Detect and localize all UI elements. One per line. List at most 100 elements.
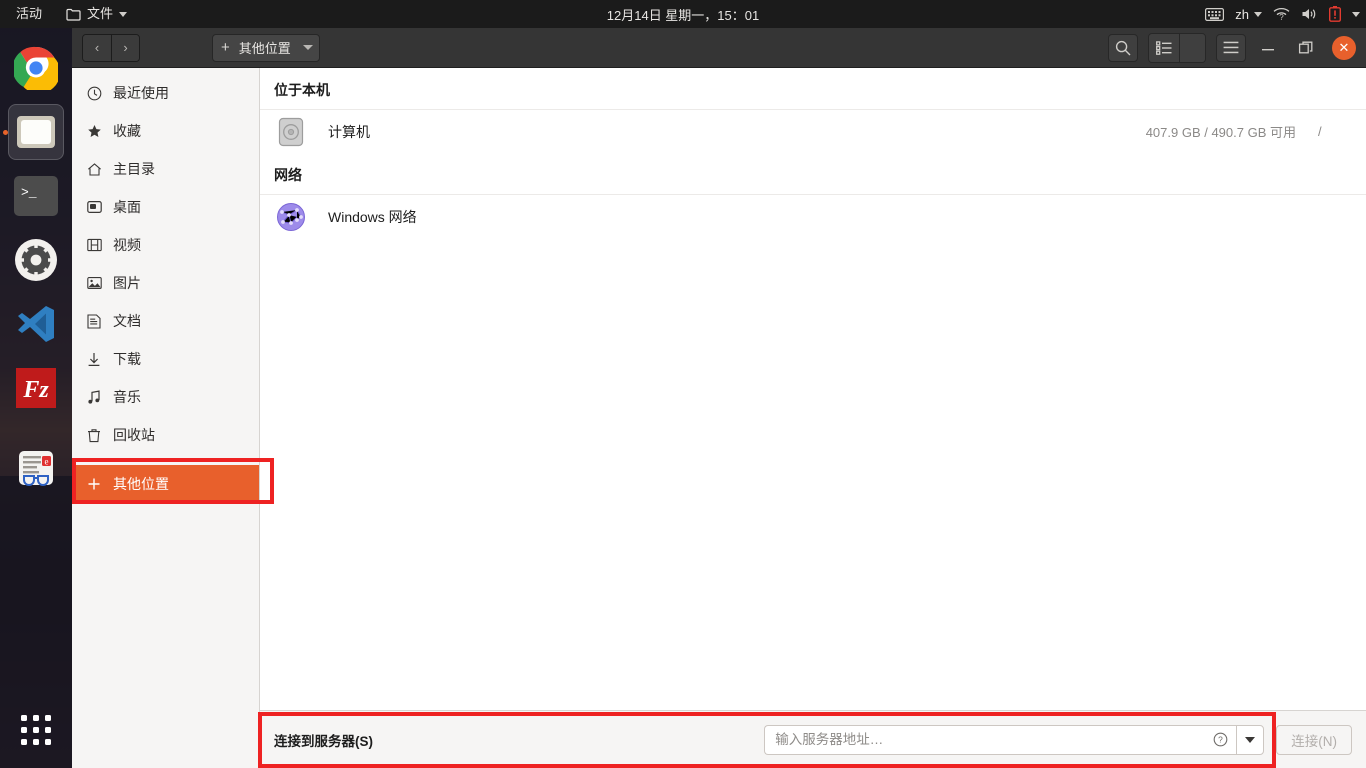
connect-button[interactable]: 连接(N) [1276,724,1352,755]
battery-warning-icon[interactable] [1329,6,1341,22]
breadcrumb-label: 其他位置 [238,41,291,56]
hamburger-menu-icon [1223,41,1239,54]
system-menu-caret[interactable] [1352,11,1360,17]
sidebar-item-recent[interactable]: 最近使用 [72,74,259,112]
minimize-button[interactable] [1252,32,1284,64]
plus-icon [86,476,102,492]
view-options-button[interactable] [1179,33,1205,62]
document-icon [86,313,102,329]
svg-text:Fz: Fz [22,377,49,403]
chevron-down-icon [1254,11,1262,17]
chevron-down-icon [119,11,128,17]
sidebar: 最近使用 收藏 主目录 桌面 视频 图片 文档 下载 音乐 回收站 其他位置 [72,68,260,768]
server-address-dropdown-button[interactable] [1236,724,1265,755]
sidebar-item-starred[interactable]: 收藏 [72,112,259,150]
main-menu-button[interactable] [1216,33,1246,62]
chevron-down-icon [1352,11,1360,17]
sidebar-item-label: 视频 [113,237,141,253]
svg-text:?: ? [1279,13,1284,21]
grid-dot [33,715,39,721]
sidebar-item-label: 最近使用 [113,85,169,101]
input-source-indicator[interactable]: zh [1235,7,1262,22]
app-menu-label: 文件 [87,6,114,21]
header-actions: ✕ [1098,32,1360,64]
grid-dot [33,727,39,733]
navigation-buttons: ‹ › [82,33,140,62]
locations-list: 位于本机 计算机 407.9 GB / 490.7 GB 可用 / 网络 Win… [260,68,1366,710]
sidebar-item-desktop[interactable]: 桌面 [72,188,259,226]
dock-item-chrome[interactable] [8,40,64,96]
section-header-network: 网络 [274,167,302,183]
plus-icon: + [221,39,230,56]
sidebar-item-downloads[interactable]: 下载 [72,340,259,378]
sidebar-item-trash[interactable]: 回收站 [72,416,259,454]
download-icon [86,351,102,367]
close-button[interactable]: ✕ [1332,35,1356,60]
grid-dot [21,739,27,745]
sidebar-divider [72,459,259,460]
volume-icon[interactable] [1301,7,1318,21]
clock-icon [86,85,102,101]
search-icon [1115,40,1131,56]
content-area: 位于本机 计算机 407.9 GB / 490.7 GB 可用 / 网络 Win… [260,68,1366,768]
picture-icon [86,275,102,291]
activities-button[interactable]: 活动 [0,0,56,28]
music-icon [86,389,102,405]
sidebar-item-label: 回收站 [113,427,155,443]
trash-icon [86,427,102,443]
server-address-field[interactable]: ? [764,724,1237,755]
dock-item-settings[interactable] [8,232,64,288]
status-indicators: zh ? [1205,6,1360,22]
table-row[interactable]: Windows 网络 [260,194,1366,238]
sidebar-item-videos[interactable]: 视频 [72,226,259,264]
sidebar-item-label: 音乐 [113,389,141,405]
grid-dot [45,727,51,733]
grid-dot [45,739,51,745]
row-name: 计算机 [328,123,370,140]
dock-item-vscode[interactable] [8,296,64,352]
clock[interactable]: 12月14日 星期一，15：01 [607,5,759,24]
dock: >_ Fz e [0,28,72,768]
svg-text:?: ? [1218,735,1223,745]
forward-button[interactable]: › [111,34,139,61]
connect-to-server-bar: 连接到服务器(S) ? 连接(N) [260,710,1366,768]
folder-icon [66,8,81,21]
dock-item-files[interactable] [3,104,64,160]
keyboard-icon[interactable] [1205,7,1225,21]
sidebar-item-documents[interactable]: 文档 [72,302,259,340]
running-indicator-dot [3,130,8,135]
maximize-button[interactable] [1290,32,1322,64]
dock-item-terminal[interactable]: >_ [8,168,64,224]
grid-dot [21,727,27,733]
window-header-bar: ‹ › + 其他位置 ✕ [72,28,1366,68]
show-applications-button[interactable] [8,702,64,758]
sidebar-item-home[interactable]: 主目录 [72,150,259,188]
help-icon[interactable]: ? [1213,732,1228,747]
chevron-down-icon [302,45,313,50]
sidebar-item-label: 收藏 [113,123,141,139]
sidebar-item-label: 下载 [113,351,141,367]
grid-dot [21,715,27,721]
grid-dot [45,715,51,721]
breadcrumb-other-locations[interactable]: + 其他位置 [212,33,320,62]
table-row[interactable]: 计算机 407.9 GB / 490.7 GB 可用 / [260,109,1366,153]
sidebar-item-label: 其他位置 [113,476,169,492]
video-icon [86,237,102,253]
sidebar-item-music[interactable]: 音乐 [72,378,259,416]
sidebar-item-other-locations[interactable]: 其他位置 [72,465,259,503]
row-capacity: 407.9 GB / 490.7 GB 可用 [1145,125,1296,140]
dock-item-reader[interactable]: e [8,443,64,499]
network-icon[interactable]: ? [1273,7,1290,21]
sidebar-item-pictures[interactable]: 图片 [72,264,259,302]
back-button[interactable]: ‹ [83,34,111,61]
list-view-button[interactable] [1149,33,1179,62]
dock-item-filezilla[interactable]: Fz [8,360,64,416]
app-menu-button[interactable]: 文件 [56,0,137,28]
sidebar-item-label: 主目录 [113,161,155,177]
section-header-local: 位于本机 [274,82,330,98]
search-button[interactable] [1108,33,1138,62]
star-icon [86,123,102,139]
server-address-input[interactable] [775,732,1214,747]
chevron-down-icon [1245,736,1256,743]
top-panel: 活动 文件 12月14日 星期一，15：01 zh ? [0,0,1366,28]
